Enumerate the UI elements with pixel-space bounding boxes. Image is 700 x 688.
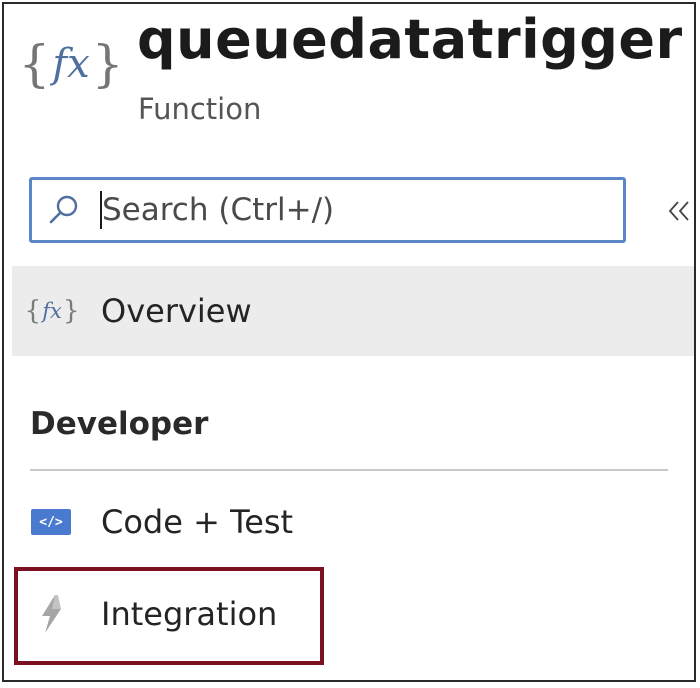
page-title: queuedatatrigger <box>137 8 683 71</box>
search-input[interactable] <box>102 185 582 235</box>
nav-item-label: Overview <box>101 292 252 330</box>
search-box[interactable] <box>29 177 626 243</box>
search-icon <box>42 188 86 232</box>
page-subtitle: Function <box>138 92 262 126</box>
function-fx-icon: {fx} <box>24 296 80 326</box>
nav-item-label: Code + Test <box>101 503 294 541</box>
code-icon: </> <box>31 509 71 535</box>
nav-item-code-test[interactable]: </> Code + Test <box>12 487 694 557</box>
collapse-menu-button[interactable] <box>664 194 694 228</box>
function-blade: {fx} queuedatatrigger Function {fx} Over… <box>2 2 696 682</box>
function-fx-icon: {fx} <box>18 35 124 93</box>
lightning-bolt-icon <box>31 592 71 636</box>
section-divider <box>30 469 668 471</box>
section-header-developer: Developer <box>30 406 209 442</box>
nav-item-integration[interactable]: Integration <box>12 577 322 651</box>
nav-item-label: Integration <box>101 595 278 633</box>
double-chevron-left-icon <box>668 201 689 221</box>
nav-item-overview[interactable]: {fx} Overview <box>12 266 694 356</box>
